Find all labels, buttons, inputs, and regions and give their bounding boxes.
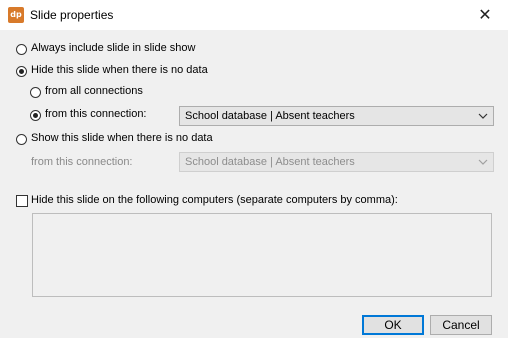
close-button[interactable]: ✕ bbox=[462, 0, 508, 30]
ok-button[interactable]: OK bbox=[362, 315, 424, 335]
dialog-title: Slide properties bbox=[30, 8, 114, 22]
computers-textarea[interactable] bbox=[32, 213, 492, 297]
hide-from-all-connections-label: from all connections bbox=[45, 85, 143, 97]
always-include-radio[interactable] bbox=[16, 44, 27, 55]
hide-from-this-connection-label: from this connection: bbox=[45, 108, 147, 120]
hide-no-data-radio[interactable] bbox=[16, 66, 27, 77]
title-bar: dp Slide properties ✕ bbox=[0, 0, 508, 30]
chevron-down-icon bbox=[478, 159, 488, 165]
hide-from-this-connection-radio[interactable] bbox=[30, 110, 41, 121]
hide-no-data-label: Hide this slide when there is no data bbox=[31, 64, 208, 76]
show-connection-select[interactable]: School database | Absent teachers bbox=[179, 152, 494, 172]
close-icon: ✕ bbox=[478, 5, 492, 24]
hide-from-all-connections-radio[interactable] bbox=[30, 87, 41, 98]
app-icon: dp bbox=[8, 7, 24, 23]
show-connection-value: School database | Absent teachers bbox=[185, 156, 355, 168]
chevron-down-icon bbox=[478, 113, 488, 119]
hide-connection-select[interactable]: School database | Absent teachers bbox=[179, 106, 494, 126]
hide-on-computers-label: Hide this slide on the following compute… bbox=[31, 194, 398, 206]
hide-on-computers-checkbox[interactable] bbox=[16, 195, 28, 207]
show-from-this-connection-label: from this connection: bbox=[31, 156, 133, 168]
show-no-data-radio[interactable] bbox=[16, 134, 27, 145]
show-no-data-label: Show this slide when there is no data bbox=[31, 132, 213, 144]
hide-connection-value: School database | Absent teachers bbox=[185, 110, 355, 122]
always-include-label: Always include slide in slide show bbox=[31, 42, 196, 54]
cancel-button[interactable]: Cancel bbox=[430, 315, 492, 335]
